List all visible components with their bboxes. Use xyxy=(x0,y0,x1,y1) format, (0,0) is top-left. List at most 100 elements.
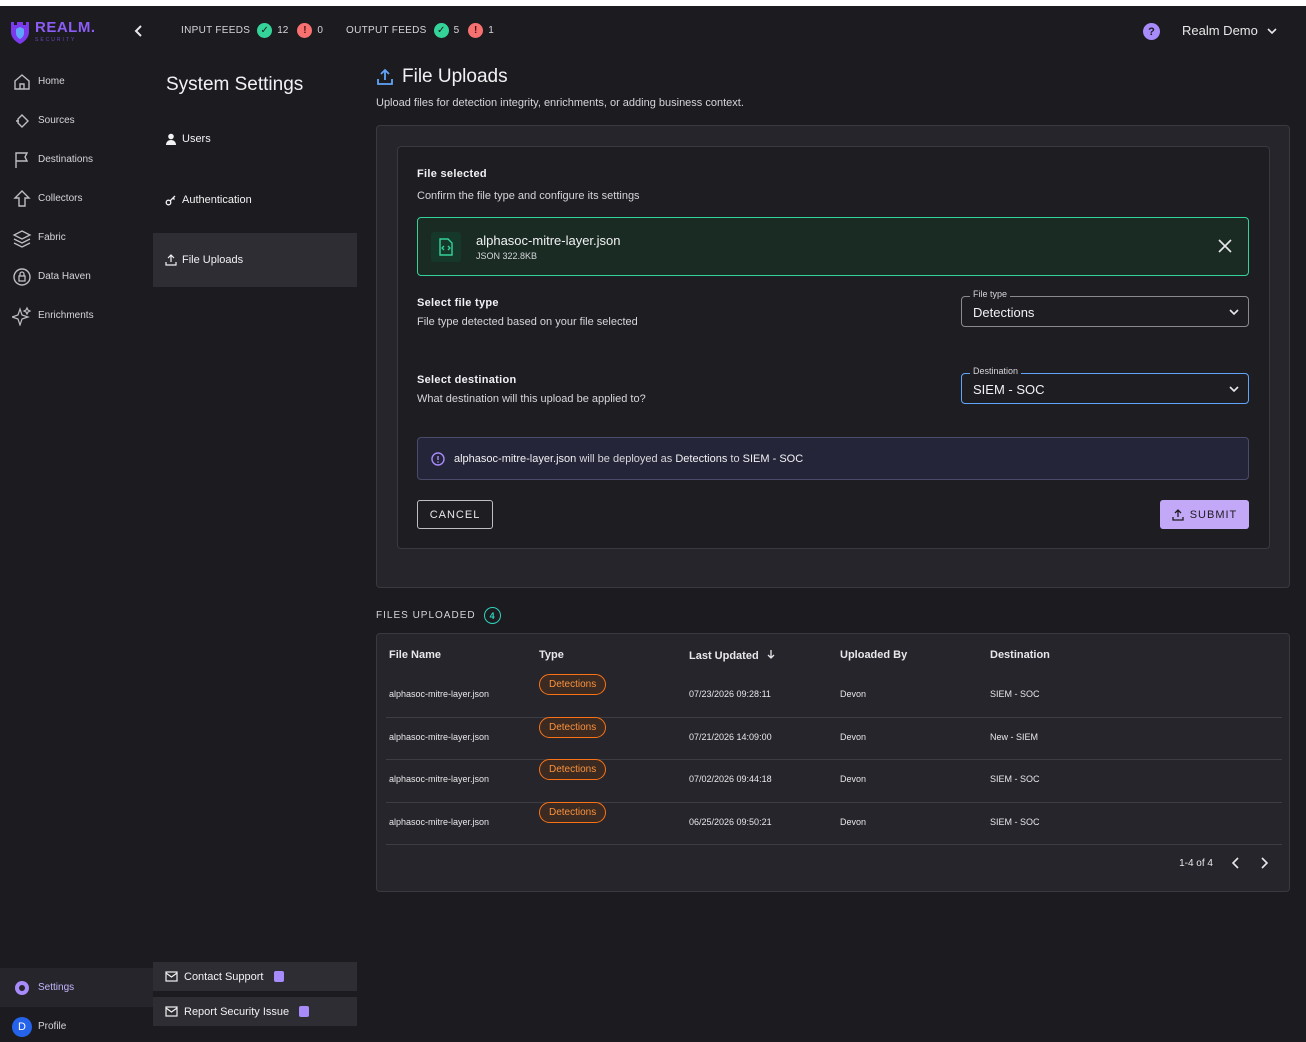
nav-item-settings[interactable]: Settings xyxy=(0,968,153,1007)
pagination: 1-4 of 4 xyxy=(1179,857,1269,869)
settings-item-label: Users xyxy=(182,133,211,145)
cell-destination: New - SIEM xyxy=(990,732,1039,742)
mail-icon xyxy=(165,1006,178,1017)
selected-file-box: alphasoc-mitre-layer.json JSON 322.8KB xyxy=(417,217,1249,276)
file-type-heading: Select file type xyxy=(417,297,499,309)
output-feeds-status[interactable]: OUTPUT FEEDS ✓ 5 ! 1 xyxy=(346,23,498,38)
settings-item-label: File Uploads xyxy=(182,254,244,266)
submit-label: SUBMIT xyxy=(1189,508,1238,521)
chevron-down-icon xyxy=(1229,309,1239,316)
nav-item-destinations[interactable]: Destinations xyxy=(0,140,153,179)
nav-label: Settings xyxy=(38,982,75,993)
nav-item-data-haven[interactable]: Data Haven xyxy=(0,257,153,296)
chevron-left-icon xyxy=(1231,857,1239,869)
destination-select[interactable]: Destination SIEM - SOC xyxy=(961,366,1249,404)
output-feeds-ok-count: 5 xyxy=(453,25,460,36)
output-feeds-error-count: 1 xyxy=(488,25,494,36)
info-type: Detections xyxy=(675,452,728,465)
chevron-down-icon xyxy=(1229,386,1239,393)
nav-item-enrichments[interactable]: Enrichments xyxy=(0,296,153,335)
check-icon: ✓ xyxy=(433,23,449,38)
row-divider xyxy=(386,844,1282,845)
alert-icon: ! xyxy=(468,23,484,38)
account-menu[interactable]: Realm Demo xyxy=(1182,23,1278,38)
files-uploaded-header: FILES UPLOADED 4 xyxy=(376,607,501,624)
report-security-button[interactable]: Report Security Issue xyxy=(153,997,357,1026)
info-destination: SIEM - SOC xyxy=(742,452,804,465)
nav-item-fabric[interactable]: Fabric xyxy=(0,218,153,257)
files-uploaded-label: FILES UPLOADED xyxy=(376,610,476,621)
nav-label: Profile xyxy=(38,1021,67,1032)
nav-label: Data Haven xyxy=(38,271,91,282)
nav-label: Sources xyxy=(38,115,75,126)
column-file-name[interactable]: File Name xyxy=(389,649,441,661)
settings-item-file-uploads[interactable]: File Uploads xyxy=(153,233,357,287)
file-selected-panel: File selected Confirm the file type and … xyxy=(397,146,1270,549)
table-header: File Name Type Last Updated Uploaded By … xyxy=(389,649,1279,663)
json-file-icon xyxy=(431,232,461,262)
upload-card: File selected Confirm the file type and … xyxy=(376,125,1290,588)
column-uploaded-by[interactable]: Uploaded By xyxy=(840,649,907,661)
nav-bottom: Settings D Profile xyxy=(0,968,153,1042)
column-last-updated-label: Last Updated xyxy=(689,650,759,662)
settings-title: System Settings xyxy=(166,74,304,95)
main-nav: Home Sources Destinations Collectors Fab… xyxy=(0,62,153,335)
cell-destination: SIEM - SOC xyxy=(990,817,1040,827)
cancel-button[interactable]: CANCEL xyxy=(417,500,493,529)
column-destination[interactable]: Destination xyxy=(990,649,1050,661)
pagination-range: 1-4 of 4 xyxy=(1179,857,1213,869)
cell-file-name: alphasoc-mitre-layer.json xyxy=(389,817,490,827)
page-header: File Uploads Upload files for detection … xyxy=(376,66,744,109)
external-link-icon xyxy=(299,1006,310,1017)
output-feeds-label: OUTPUT FEEDS xyxy=(346,25,427,36)
avatar: D xyxy=(12,1016,32,1037)
file-selected-heading: File selected xyxy=(417,168,487,180)
contact-support-label: Contact Support xyxy=(184,970,264,983)
chevron-right-icon xyxy=(1261,857,1269,869)
contact-support-button[interactable]: Contact Support xyxy=(153,962,357,991)
destination-subtitle: What destination will this upload be app… xyxy=(417,393,646,405)
nav-label: Home xyxy=(38,76,65,87)
table-row[interactable]: alphasoc-mitre-layer.json Detections 06/… xyxy=(389,802,1279,844)
file-type-select[interactable]: File type Detections xyxy=(961,289,1249,327)
collapse-sidebar-button[interactable] xyxy=(132,24,146,43)
destination-value: SIEM - SOC xyxy=(973,382,1045,397)
info-file-name: alphasoc-mitre-layer.json xyxy=(454,452,577,465)
upload-icon xyxy=(1172,508,1184,521)
help-icon[interactable]: ? xyxy=(1143,23,1160,40)
chevron-down-icon xyxy=(1267,27,1277,34)
realm-logo[interactable]: REALM. SECURITY xyxy=(9,18,96,44)
sparkle-icon xyxy=(12,306,32,326)
layers-icon xyxy=(12,229,32,248)
settings-item-authentication[interactable]: Authentication xyxy=(153,173,357,227)
next-page-button[interactable] xyxy=(1259,857,1269,869)
gear-icon xyxy=(15,980,29,995)
table-row[interactable]: alphasoc-mitre-layer.json Detections 07/… xyxy=(389,717,1279,759)
nav-item-collectors[interactable]: Collectors xyxy=(0,179,153,218)
deployment-info-alert: alphasoc-mitre-layer.json will be deploy… xyxy=(417,437,1249,480)
submit-button[interactable]: SUBMIT xyxy=(1160,500,1249,529)
brand-name: REALM. xyxy=(35,19,96,36)
nav-label: Collectors xyxy=(38,193,83,204)
nav-item-home[interactable]: Home xyxy=(0,62,153,101)
settings-item-users[interactable]: Users xyxy=(153,112,357,166)
column-last-updated[interactable]: Last Updated xyxy=(689,649,776,662)
close-icon[interactable] xyxy=(1216,237,1234,255)
upload-icon xyxy=(165,254,177,266)
file-selected-subtitle: Confirm the file type and configure its … xyxy=(417,190,640,202)
type-badge: Detections xyxy=(539,674,607,695)
nav-item-profile[interactable]: D Profile xyxy=(0,1007,153,1042)
file-type-legend: File type xyxy=(970,289,1011,299)
user-icon xyxy=(166,133,176,145)
info-icon xyxy=(431,451,445,466)
nav-label: Enrichments xyxy=(38,310,94,321)
castle-logo-icon xyxy=(11,22,29,44)
previous-page-button[interactable] xyxy=(1231,857,1241,869)
column-type[interactable]: Type xyxy=(539,649,564,661)
type-badge: Detections xyxy=(539,802,607,823)
nav-label: Fabric xyxy=(38,232,66,243)
nav-item-sources[interactable]: Sources xyxy=(0,101,153,140)
table-row[interactable]: alphasoc-mitre-layer.json Detections 07/… xyxy=(389,674,1279,716)
settings-panel: System Settings Users Authentication Fil… xyxy=(153,6,357,1042)
table-row[interactable]: alphasoc-mitre-layer.json Detections 07/… xyxy=(389,759,1279,801)
